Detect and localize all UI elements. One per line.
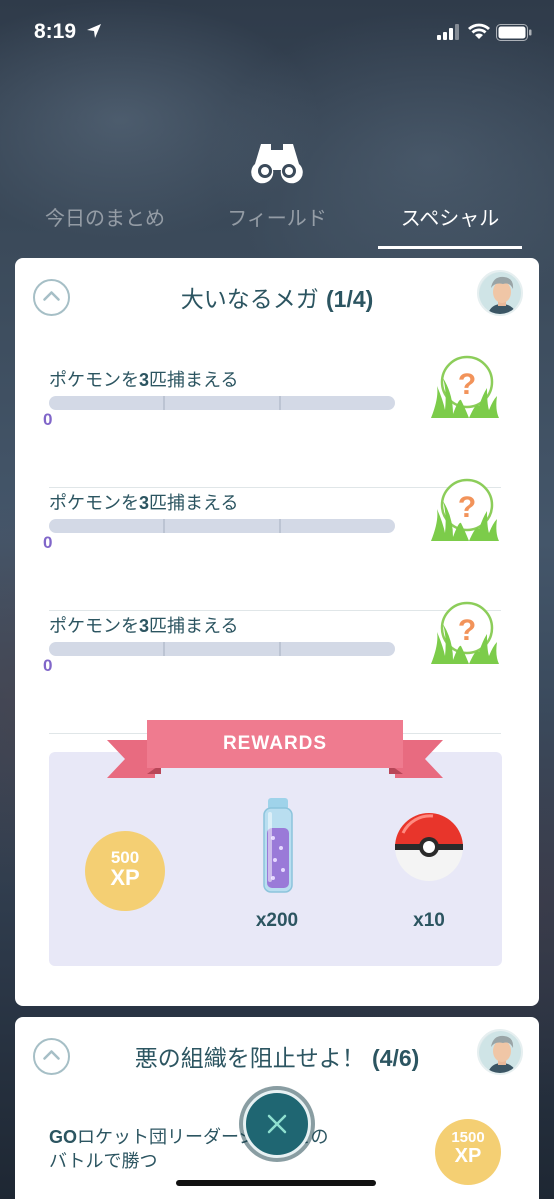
xp-reward-badge: 500 XP [85,831,165,911]
collapse-button[interactable] [33,1038,70,1075]
task-target-count: 3 [139,616,150,636]
task-label-text: GO [49,1127,78,1147]
task-item: ポケモンを3匹捕まえる 0 ? [43,478,501,611]
card-title: 大いなるメガ (1/4) [75,280,479,314]
task-progress-count: 0 [43,656,53,675]
tab-field[interactable]: フィールド [192,202,362,231]
svg-text:?: ? [458,614,476,647]
task-target-count: 3 [139,370,150,390]
research-tabs: 今日のまとめ フィールド スペシャル [0,196,554,252]
location-arrow-icon [87,24,101,38]
task-progress-count: 0 [43,410,53,429]
mystery-encounter-icon: ? [431,478,499,541]
pokeball-quantity: x10 [413,910,445,931]
chevron-up-icon [43,1050,60,1060]
task-label: ポケモンを3匹捕まえる [49,489,238,515]
progress-tick [279,519,281,533]
home-indicator [176,1180,376,1186]
tab-special[interactable]: スペシャル [365,202,535,231]
progress-tick [279,642,281,656]
wifi-icon [468,23,490,39]
professor-icon [479,272,521,314]
battery-icon [496,24,532,41]
tab-today[interactable]: 今日のまとめ [20,202,190,231]
stardust-icon [263,798,293,893]
xp-amount: 1500 [451,1129,485,1146]
active-tab-indicator [378,246,522,249]
xp-unit: XP [110,865,140,890]
progress-tick [279,396,281,410]
binoculars-icon [251,144,303,184]
task-progress-bar [49,519,395,533]
progress-tick [163,519,165,533]
professor-avatar [477,270,523,316]
task-progress-bar [49,642,395,656]
task-label-text: 匹捕まえる [149,370,239,391]
mystery-encounter-icon: ? [431,355,499,418]
status-bar: 8:19 [0,0,554,62]
progress-tick [163,642,165,656]
close-icon [267,1114,287,1134]
xp-reward-badge: 1500 XP [435,1119,501,1185]
professor-avatar [477,1029,523,1075]
task-label: ポケモンを3匹捕まえる [49,366,238,392]
progress-tick [163,396,165,410]
task-label-text: バトルで勝つ [49,1151,158,1172]
task-progress-count: 0 [43,533,53,552]
professor-icon [479,1031,521,1073]
task-target-count: 3 [139,493,150,513]
task-label-text: ポケモンを [49,370,139,391]
task-label-text: ロケット団リーダー [77,1127,239,1148]
mystery-encounter-icon: ? [431,601,499,664]
stardust-quantity: x200 [255,910,299,931]
svg-text:?: ? [458,491,476,524]
task-item: ポケモンを3匹捕まえる 0 ? [43,601,501,734]
rewards-title: REWARDS [222,733,328,754]
task-label-text: ポケモンを [49,493,139,514]
card-title: 悪の組織を阻止せよ！ (4/6) [75,1039,479,1073]
svg-text:?: ? [458,368,476,401]
task-progress-bar [49,396,395,410]
task-label: ポケモンを3匹捕まえる [49,612,238,638]
task-label-text: ポケモンを [49,616,139,637]
close-button[interactable] [243,1090,311,1158]
card-progress: (4/6) [372,1045,420,1071]
card-progress: (1/4) [326,286,374,312]
card-title-text: 悪の組織を阻止せよ！ [134,1046,365,1072]
cellular-signal-icon [437,24,459,40]
task-label-text: 匹捕まえる [149,493,239,514]
task-item: ポケモンを3匹捕まえる 0 ? [43,355,501,488]
xp-unit: XP [454,1145,482,1167]
pokeball-icon [395,813,463,881]
special-research-card: 大いなるメガ (1/4) ポケモンを3匹捕まえる 0 ? ポケモンを3匹捕まえる… [15,258,539,1006]
task-label: GOロケット団リーダーシエロとの バトルで勝つ [49,1125,389,1174]
collapse-button[interactable] [33,279,70,316]
card-title-text: 大いなるメガ [180,287,319,313]
chevron-up-icon [43,291,60,301]
task-label-text: 匹捕まえる [149,616,239,637]
status-time: 8:19 [34,20,77,43]
